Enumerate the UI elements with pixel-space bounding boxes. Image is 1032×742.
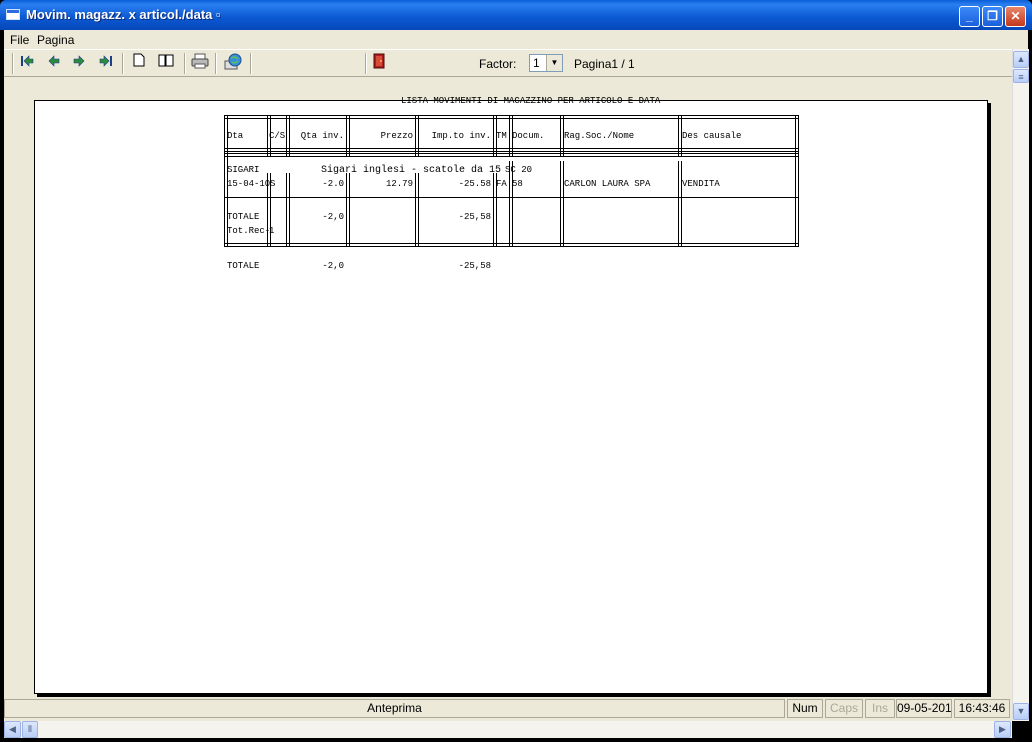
first-page-icon[interactable]: [17, 53, 37, 73]
status-bar: Anteprima Num Caps Ins 09-05-2016 16:43:…: [4, 697, 1012, 721]
col-header-doc: Docum.: [512, 131, 545, 141]
factor-select[interactable]: 1 ▼: [529, 54, 563, 72]
col-header-cause: Des causale: [682, 131, 742, 141]
status-mode: Anteprima: [4, 699, 785, 718]
last-page-icon[interactable]: [96, 53, 116, 73]
report-page: LISTA MOVIMENTI DI MAGAZZINO PER ARTICOL…: [34, 96, 988, 694]
row-tm: FA: [496, 179, 507, 189]
exit-door-icon[interactable]: [369, 53, 389, 73]
printer-icon[interactable]: [190, 53, 210, 73]
scroll-left-icon[interactable]: ◀: [4, 721, 21, 738]
chevron-down-icon[interactable]: ▼: [546, 55, 562, 71]
title-bar[interactable]: Movim. magazz. x articol./data ▫ _ ❐ ✕: [0, 0, 1032, 30]
toolbar-separator: [365, 53, 367, 74]
col-header-price: Prezzo: [380, 131, 413, 141]
factor-value: 1: [533, 56, 540, 70]
status-caps: Caps: [825, 699, 863, 718]
toolbar: Factor: 1 ▼ Pagina1 / 1: [4, 49, 1012, 77]
single-page-icon[interactable]: [129, 53, 149, 73]
col-header-qty: Qta inv.: [300, 131, 344, 141]
row-cause: VENDITA: [682, 179, 720, 189]
two-pages-icon[interactable]: [156, 53, 176, 73]
page-indicator: Pagina1 / 1: [574, 57, 635, 71]
total-qty: -2,0: [322, 261, 344, 271]
window-title: Movim. magazz. x articol./data ▫: [26, 7, 221, 22]
subtotal-rec-value: 1: [269, 226, 275, 236]
row-qty: -2.0: [322, 179, 344, 189]
status-num: Num: [787, 699, 823, 718]
row-cs: S: [270, 179, 276, 189]
table-rule: [678, 161, 682, 247]
scroll-down-icon[interactable]: ▼: [1013, 703, 1029, 720]
toolbar-separator: [122, 53, 124, 74]
vertical-scrollbar[interactable]: ▲ ≡ ▼: [1012, 49, 1029, 721]
toolbar-separator: [215, 53, 217, 74]
report-title: LISTA MOVIMENTI DI MAGAZZINO PER ARTICOL…: [401, 96, 661, 106]
total-label: TOTALE: [227, 261, 260, 271]
row-doc: 58: [512, 179, 523, 189]
subtotal-label: TOTALE: [227, 212, 260, 222]
toolbar-separator: [184, 53, 186, 74]
status-time: 16:43:46: [954, 699, 1010, 718]
app-icon[interactable]: [6, 9, 20, 20]
factor-label: Factor:: [479, 57, 517, 71]
total-amount: -25,58: [458, 261, 491, 271]
subtotal-qty: -2,0: [322, 212, 344, 222]
col-header-cs: C/S: [269, 131, 286, 141]
menu-bar: File Pagina: [4, 30, 1028, 49]
horizontal-scrollbar[interactable]: ◀ ⦀ ▶: [4, 721, 1012, 738]
col-header-name: Rag.Soc./Nome: [564, 131, 635, 141]
row-price: 12.79: [385, 179, 413, 189]
scroll-right-icon[interactable]: ▶: [994, 721, 1011, 738]
col-header-tm: TM: [496, 131, 507, 141]
next-page-icon[interactable]: [69, 53, 89, 73]
group-description: Sigari inglesi - scatole da 15: [321, 165, 502, 176]
status-date: 09-05-2016: [896, 699, 952, 718]
subtotal-amount: -25,58: [458, 212, 491, 222]
subtotal-rec-label: Tot.Rec-: [227, 226, 271, 236]
group-code: SIGARI: [227, 165, 260, 175]
menu-file[interactable]: File: [10, 33, 29, 47]
web-export-icon[interactable]: [223, 53, 243, 73]
status-ins: Ins: [865, 699, 895, 718]
table-rule: [560, 161, 564, 247]
menu-pagina[interactable]: Pagina: [37, 33, 74, 47]
restore-button[interactable]: ❐: [982, 6, 1003, 27]
row-date: 15-04-10: [227, 179, 271, 189]
scroll-up-icon[interactable]: ▲: [1013, 51, 1029, 68]
col-header-date: Dta: [227, 131, 244, 141]
row-amount: -25.58: [458, 179, 491, 189]
table-rule: [795, 115, 799, 247]
scroll-thumb[interactable]: ⦀: [22, 721, 38, 738]
scroll-thumb[interactable]: ≡: [1013, 69, 1029, 83]
toolbar-grip: [12, 53, 14, 74]
minimize-button[interactable]: _: [959, 6, 980, 27]
close-button[interactable]: ✕: [1005, 6, 1026, 27]
toolbar-separator: [250, 53, 252, 74]
row-name: CARLON LAURA SPA: [564, 179, 651, 189]
group-extra: SC 20: [505, 165, 533, 175]
col-header-amount: Imp.to inv.: [431, 131, 491, 141]
prev-page-icon[interactable]: [44, 53, 64, 73]
